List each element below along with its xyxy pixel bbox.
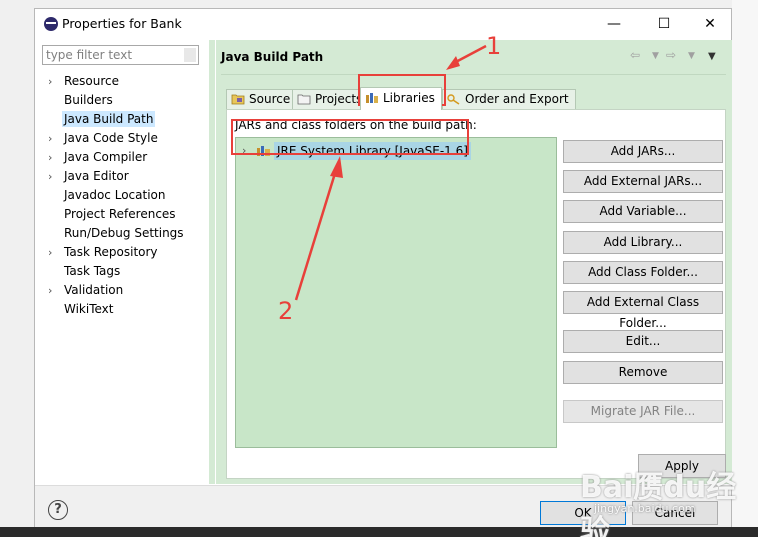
expand-chevron-icon[interactable]: ›: [48, 281, 58, 300]
libraries-list[interactable]: › JRE System Library [JavaSE-1.6]: [235, 137, 557, 448]
nav-item-java-editor[interactable]: › Java Editor: [36, 167, 209, 186]
help-icon[interactable]: ?: [48, 500, 68, 520]
window-title: Properties for Bank: [62, 16, 182, 31]
nav-item-project-references[interactable]: Project References: [36, 205, 209, 224]
migrate-jar-button: Migrate JAR File...: [563, 400, 723, 423]
nav-item-builders[interactable]: Builders: [36, 91, 209, 110]
properties-dialog: Properties for Bank — ☐ ✕ › Resource Build…: [34, 8, 732, 529]
nav-item-label: Java Compiler: [64, 150, 148, 164]
tab-source[interactable]: Source: [226, 89, 298, 109]
ok-button[interactable]: OK: [540, 501, 626, 525]
libraries-icon: [366, 93, 378, 103]
taskbar-strip: [0, 527, 758, 537]
nav-item-java-code-style[interactable]: › Java Code Style: [36, 129, 209, 148]
jre-library-icon: [257, 146, 270, 156]
nav-item-label: Validation: [64, 283, 124, 297]
libraries-panel: JARs and class folders on the build path…: [226, 109, 726, 479]
tab-order-and-export[interactable]: Order and Export: [442, 89, 576, 109]
minimize-button[interactable]: —: [599, 13, 629, 35]
order-export-icon: [447, 94, 460, 105]
cancel-button[interactable]: Cancel: [632, 501, 718, 525]
jre-system-library-label: JRE System Library [JavaSE-1.6]: [274, 142, 471, 160]
nav-item-java-compiler[interactable]: › Java Compiler: [36, 148, 209, 167]
expand-chevron-icon[interactable]: ›: [48, 129, 58, 148]
nav-item-label: WikiText: [64, 302, 114, 316]
dialog-footer: ? OK Cancel: [35, 485, 731, 529]
edit-button[interactable]: Edit...: [563, 330, 723, 353]
nav-item-label: Java Editor: [64, 169, 129, 183]
expand-chevron-icon[interactable]: ›: [48, 72, 58, 91]
build-path-label: JARs and class folders on the build path…: [235, 118, 477, 132]
close-button[interactable]: ✕: [695, 13, 725, 35]
add-jars-button[interactable]: Add JARs...: [563, 140, 723, 163]
eclipse-icon: [44, 17, 58, 31]
expand-chevron-icon[interactable]: ›: [48, 167, 58, 186]
filter-box: [42, 45, 199, 65]
expand-chevron-icon[interactable]: ›: [48, 148, 58, 167]
nav-item-task-repository[interactable]: › Task Repository: [36, 243, 209, 262]
nav-item-label: Builders: [64, 93, 113, 107]
nav-item-label: Javadoc Location: [64, 188, 166, 202]
expand-chevron-icon[interactable]: ›: [242, 142, 246, 160]
background-window-left: [0, 0, 34, 537]
title-separator: [221, 74, 726, 75]
page-title: Java Build Path: [221, 50, 324, 64]
clear-filter-icon[interactable]: [184, 48, 196, 62]
nav-item-label: Task Repository: [64, 245, 158, 259]
nav-item-label: Task Tags: [64, 264, 121, 278]
back-arrow-icon[interactable]: ⇦: [630, 48, 640, 62]
nav-item-label: Run/Debug Settings: [64, 226, 184, 240]
maximize-button[interactable]: ☐: [649, 13, 679, 35]
title-bar: Properties for Bank — ☐ ✕: [35, 9, 731, 39]
apply-button[interactable]: Apply: [638, 454, 726, 478]
tab-libraries[interactable]: Libraries: [360, 87, 442, 110]
add-class-folder-button[interactable]: Add Class Folder...: [563, 261, 723, 284]
nav-item-task-tags[interactable]: Task Tags: [36, 262, 209, 281]
nav-item-label: Java Build Path: [62, 111, 156, 127]
tab-projects[interactable]: Projects: [292, 89, 370, 109]
back-dropdown-icon[interactable]: ▼: [652, 51, 659, 61]
expand-chevron-icon[interactable]: ›: [48, 243, 58, 262]
sash-divider[interactable]: [209, 40, 215, 484]
nav-item-run-debug-settings[interactable]: Run/Debug Settings: [36, 224, 209, 243]
add-library-button[interactable]: Add Library...: [563, 231, 723, 254]
nav-tree: › Resource Builders Java Build Path › Java Co…: [36, 72, 209, 319]
nav-item-java-build-path[interactable]: Java Build Path: [36, 110, 209, 129]
projects-icon: [297, 94, 311, 105]
forward-arrow-icon[interactable]: ⇨: [666, 48, 676, 62]
background-window-right: [732, 0, 758, 537]
nav-item-label: Resource: [64, 74, 120, 88]
add-variable-button[interactable]: Add Variable...: [563, 200, 723, 223]
forward-dropdown-icon[interactable]: ▼: [688, 51, 695, 61]
add-external-class-folder-button[interactable]: Add External Class Folder...: [563, 291, 723, 330]
nav-item-label: Java Code Style: [64, 131, 158, 145]
view-menu-icon[interactable]: ▼: [708, 51, 716, 62]
source-folder-icon: [231, 94, 245, 105]
nav-item-label: Project References: [64, 207, 176, 221]
nav-item-validation[interactable]: › Validation: [36, 281, 209, 300]
content-area: Java Build Path ⇦ ▼ ⇨ ▼ ▼ Source Project…: [216, 40, 732, 484]
nav-item-wikitext[interactable]: WikiText: [36, 300, 209, 319]
nav-item-resource[interactable]: › Resource: [36, 72, 209, 91]
remove-button[interactable]: Remove: [563, 361, 723, 384]
add-external-jars-button[interactable]: Add External JARs...: [563, 170, 723, 193]
nav-item-javadoc-location[interactable]: Javadoc Location: [36, 186, 209, 205]
filter-input[interactable]: [43, 46, 198, 64]
properties-nav: ›ResourceBuildersJava Build Path›Java Co…: [36, 40, 209, 484]
